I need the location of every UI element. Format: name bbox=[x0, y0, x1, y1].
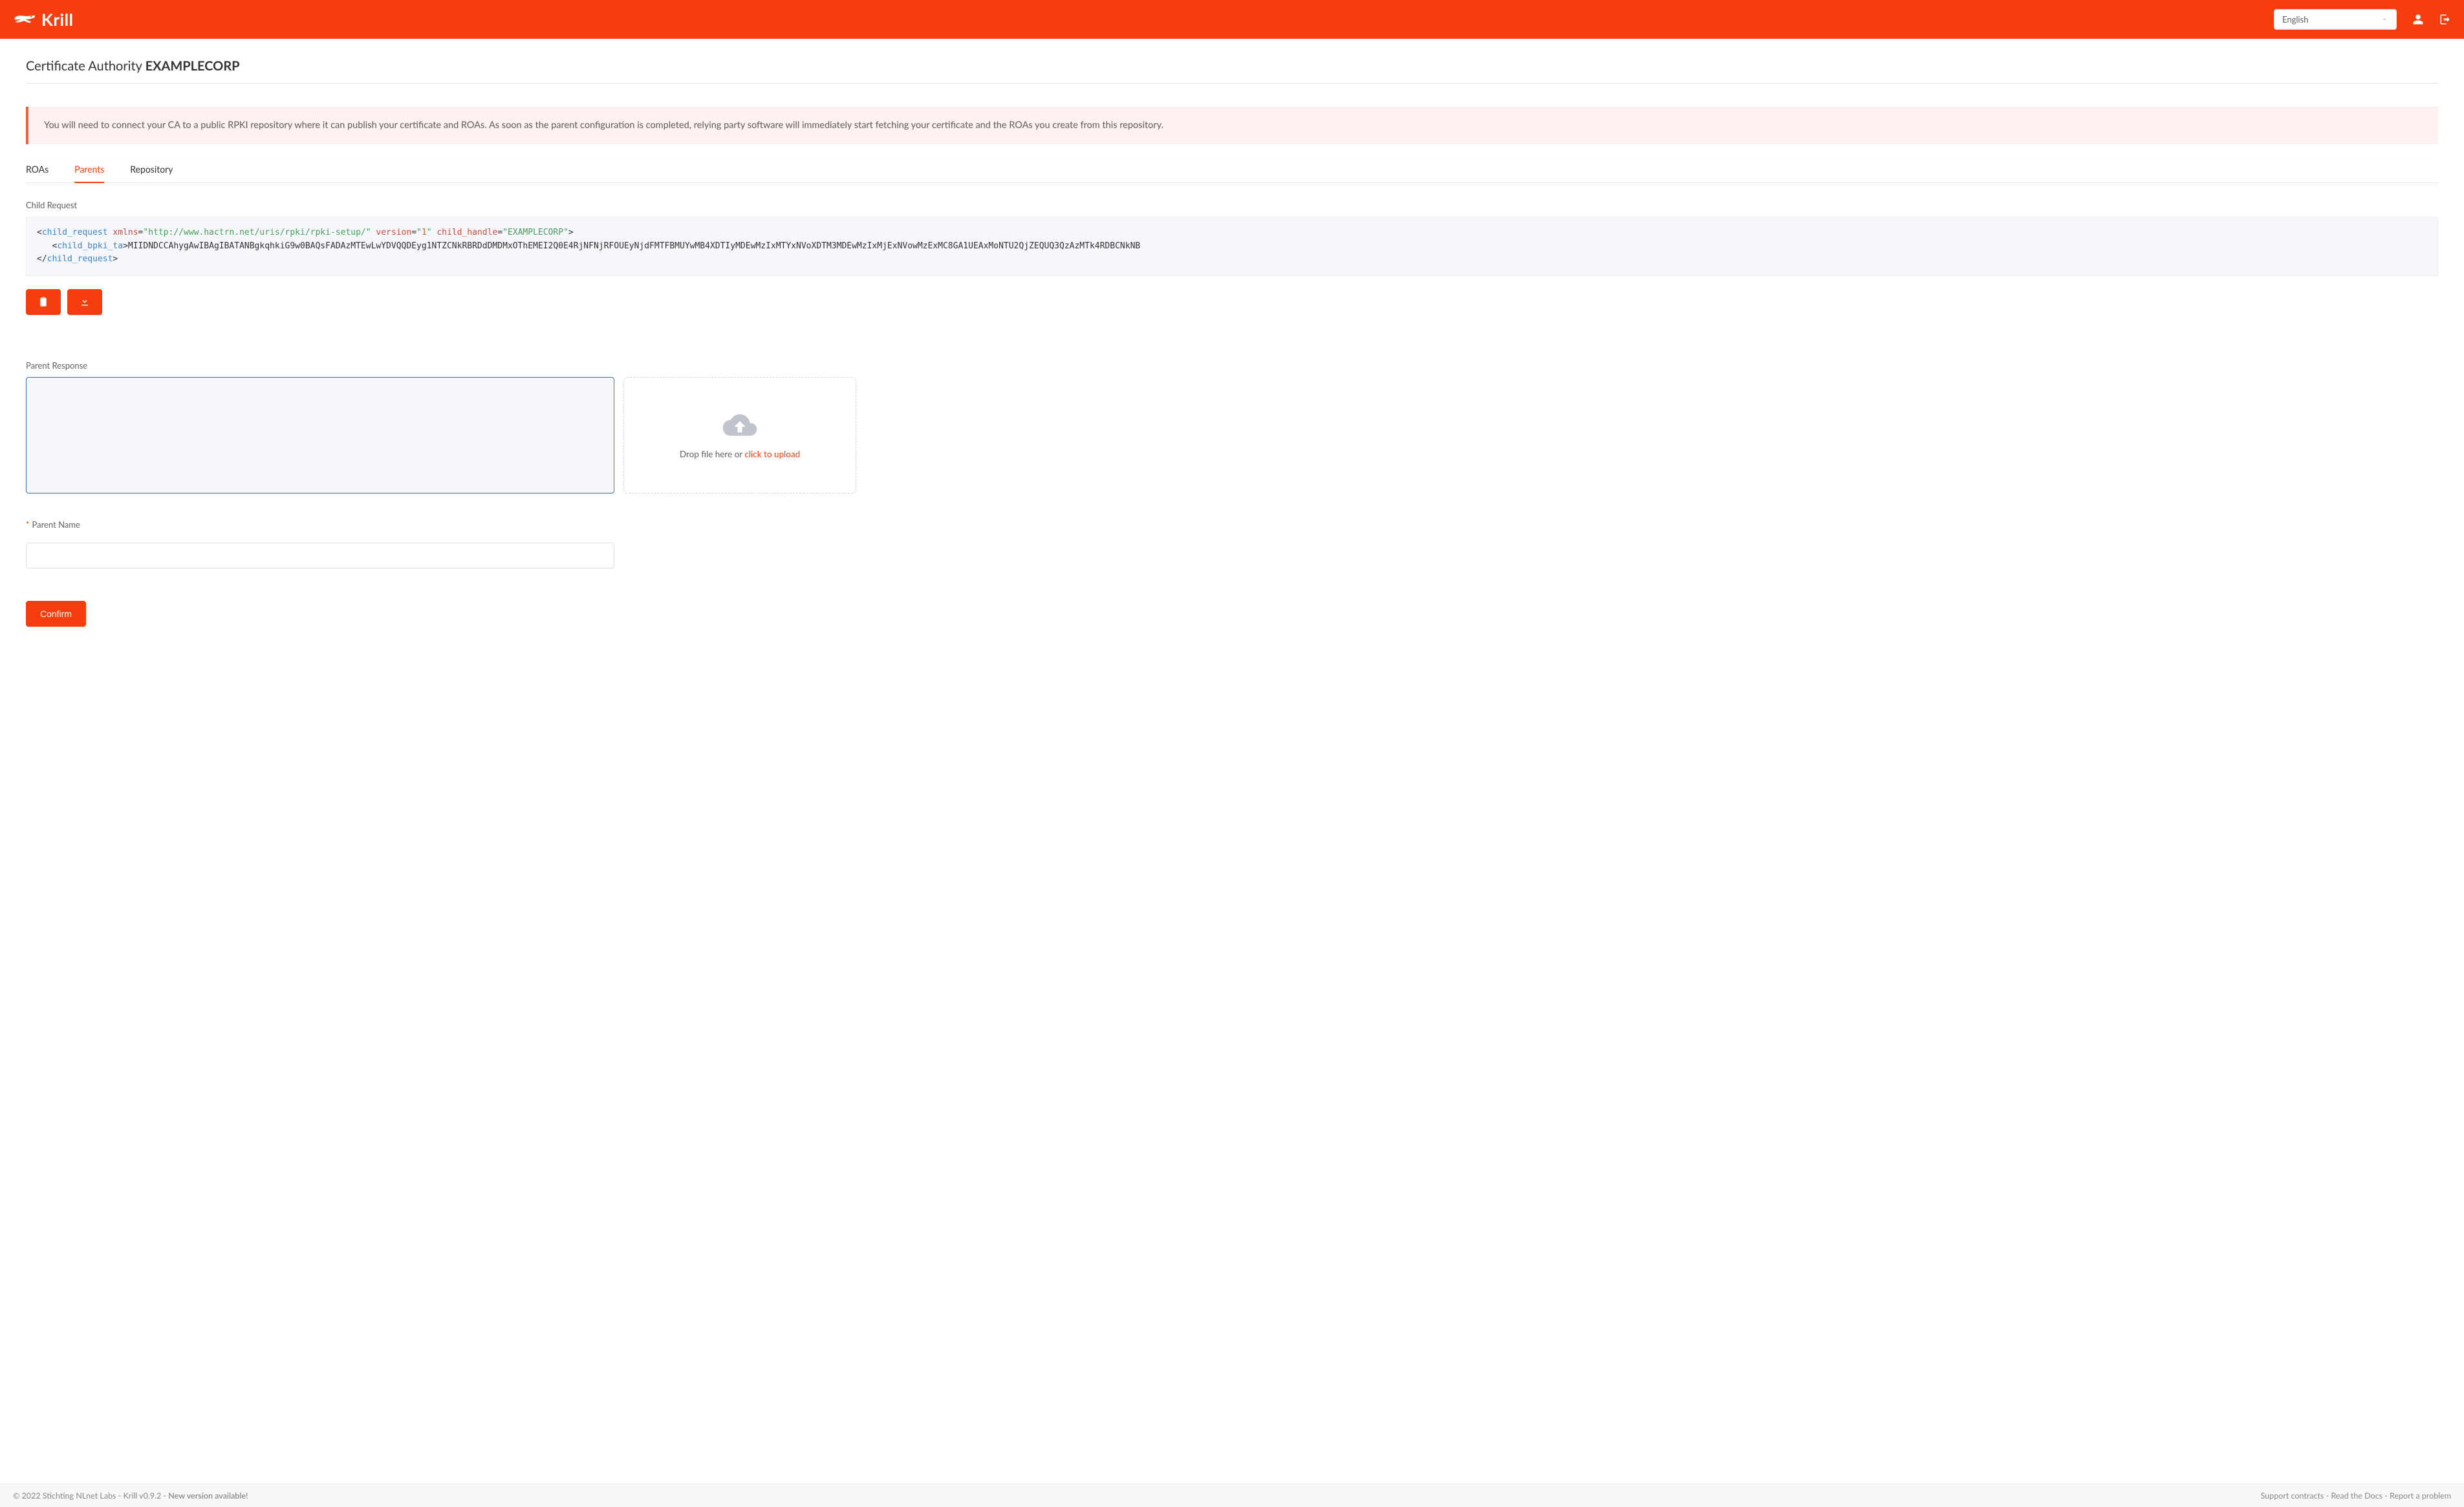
app-header: Krill English bbox=[0, 0, 2464, 39]
tabs: ROAs Parents Repository bbox=[26, 164, 2438, 183]
brand-text: Krill bbox=[41, 9, 74, 30]
parent-response-label: Parent Response bbox=[26, 360, 2438, 371]
footer-left: © 2022 Stichting NLnet Labs - Krill v0.9… bbox=[13, 1491, 248, 1501]
ca-label: Certificate Authority bbox=[26, 58, 142, 74]
child-request-actions bbox=[26, 289, 2438, 315]
repository-alert: You will need to connect your CA to a pu… bbox=[26, 107, 2438, 144]
logout-icon[interactable] bbox=[2439, 14, 2451, 25]
child-request-xml: <child_request xmlns="http://www.hactrn.… bbox=[26, 217, 2438, 276]
upload-cloud-icon bbox=[722, 411, 758, 440]
language-selected-value: English bbox=[2282, 14, 2308, 25]
app-footer: © 2022 Stichting NLnet Labs - Krill v0.9… bbox=[0, 1484, 2464, 1507]
footer-new-version[interactable]: New version available! bbox=[168, 1491, 248, 1501]
dropzone-text: Drop file here or click to upload bbox=[680, 449, 800, 459]
logo: Krill bbox=[13, 9, 74, 30]
parent-name-input[interactable] bbox=[26, 543, 614, 569]
footer-docs-link[interactable]: Read the Docs bbox=[2331, 1491, 2383, 1501]
user-icon[interactable] bbox=[2412, 14, 2424, 25]
download-button[interactable] bbox=[67, 289, 102, 315]
footer-support-link[interactable]: Support contracts bbox=[2261, 1491, 2324, 1501]
page-title: Certificate Authority EXAMPLECORP bbox=[26, 58, 2438, 74]
clipboard-icon bbox=[38, 297, 49, 307]
chevron-down-icon bbox=[2381, 16, 2388, 23]
alert-text: You will need to connect your CA to a pu… bbox=[44, 120, 1163, 131]
tab-roas[interactable]: ROAs bbox=[26, 164, 49, 182]
page-body: Certificate Authority EXAMPLECORP You wi… bbox=[0, 39, 2464, 678]
dropzone-link[interactable]: click to upload bbox=[744, 449, 800, 459]
ca-name: EXAMPLECORP bbox=[146, 58, 240, 74]
footer-report-link[interactable]: Report a problem bbox=[2390, 1491, 2451, 1501]
parent-response-textarea[interactable] bbox=[26, 377, 614, 493]
language-select[interactable]: English bbox=[2274, 9, 2397, 30]
krill-shrimp-icon bbox=[13, 13, 36, 26]
child-request-label: Child Request bbox=[26, 200, 2438, 210]
confirm-button[interactable]: Confirm bbox=[26, 601, 86, 627]
parent-name-label: *Parent Name bbox=[26, 519, 2438, 530]
footer-right: Support contracts - Read the Docs - Repo… bbox=[2261, 1491, 2451, 1501]
parent-response-dropzone[interactable]: Drop file here or click to upload bbox=[623, 377, 856, 493]
download-icon bbox=[80, 297, 90, 307]
tab-repository[interactable]: Repository bbox=[130, 164, 173, 182]
tab-parents[interactable]: Parents bbox=[74, 164, 104, 182]
copy-button[interactable] bbox=[26, 289, 61, 315]
